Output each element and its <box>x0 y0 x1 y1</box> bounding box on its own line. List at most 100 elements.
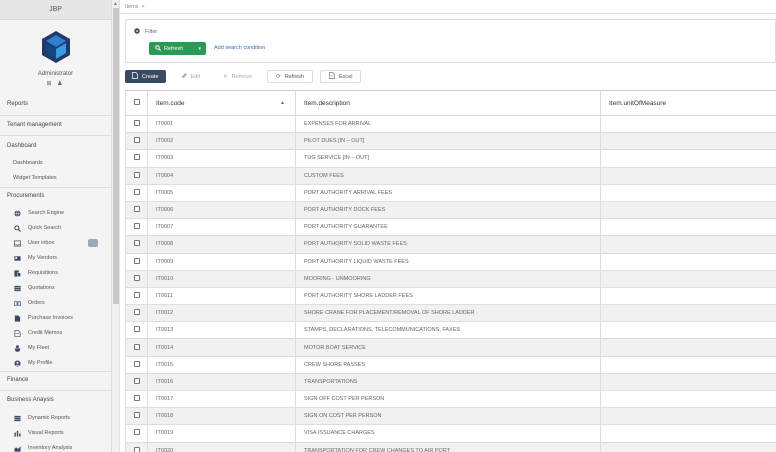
row-select-cell[interactable] <box>125 304 148 323</box>
table-row[interactable]: IT0014 MOTOR BOAT SERVICE <box>125 338 776 357</box>
table-row[interactable]: IT0003 TUG SERVICE [IN – OUT] <box>125 149 776 168</box>
row-checkbox[interactable] <box>133 206 140 213</box>
sidebar-item-widget-templates[interactable]: Widget Templates <box>0 173 57 183</box>
table-row[interactable]: IT0004 CUSTOM FEES <box>125 166 776 185</box>
remove-button[interactable]: ✕ Remove <box>215 70 260 83</box>
row-checkbox[interactable] <box>133 360 140 367</box>
sidebar-item-my-vendors[interactable]: My Vendors <box>14 253 106 263</box>
sidebar-item-quotations[interactable]: Quotations <box>14 283 106 293</box>
table-row[interactable]: IT0002 PILOT DUES [IN – OUT] <box>125 132 776 151</box>
row-select-cell[interactable] <box>125 321 148 340</box>
row-checkbox[interactable] <box>133 274 140 281</box>
create-button[interactable]: Create <box>125 70 166 83</box>
sidebar-section-dashboard[interactable]: Dashboard <box>0 141 43 151</box>
row-select-cell[interactable] <box>125 441 148 452</box>
row-select-cell[interactable] <box>125 132 148 151</box>
edit-button[interactable]: Edit <box>173 70 208 83</box>
row-checkbox[interactable] <box>133 137 140 144</box>
user-actions-icons[interactable]: ⊞ ♟ <box>0 80 111 87</box>
table-row[interactable]: IT0018 SIGN ON COST PER PERSON <box>125 407 776 426</box>
table-row[interactable]: IT0007 PORT AUTHORITY GUARANTEE <box>125 218 776 237</box>
excel-button[interactable]: Excel <box>319 70 362 83</box>
row-checkbox[interactable] <box>133 223 140 230</box>
row-checkbox[interactable] <box>133 171 140 178</box>
sidebar-section-reports[interactable]: Reports <box>0 99 35 109</box>
table-row[interactable]: IT0009 PORT AUTHORITY LIQUID WASTE FEES <box>125 252 776 271</box>
sidebar-section-tenant[interactable]: Tenant management <box>0 120 69 130</box>
sidebar-scrollbar[interactable]: ▲ <box>112 0 120 452</box>
tab-items[interactable]: Items × <box>125 4 145 10</box>
row-checkbox[interactable] <box>133 343 140 350</box>
row-select-cell[interactable] <box>125 114 148 134</box>
row-checkbox[interactable] <box>133 429 140 436</box>
row-checkbox[interactable] <box>133 446 140 452</box>
table-row[interactable]: IT0020 TRANSPORTATION FOR CREW CHANGES TO… <box>125 441 776 452</box>
table-row[interactable]: IT0013 STAMPS, DECLARATIONS, TELECOMMUNIC… <box>125 321 776 340</box>
row-checkbox[interactable] <box>133 412 140 419</box>
row-checkbox[interactable] <box>133 291 140 298</box>
row-select-cell[interactable] <box>125 183 148 202</box>
row-checkbox[interactable] <box>133 240 140 247</box>
row-select-cell[interactable] <box>125 424 148 443</box>
sidebar-section-business-analysis[interactable]: Business Anaysis <box>0 395 61 405</box>
row-select-cell[interactable] <box>125 407 148 426</box>
row-select-cell[interactable] <box>125 389 148 409</box>
row-select-cell[interactable] <box>125 372 148 392</box>
table-row[interactable]: IT0005 PORT AUTHORITY ARRIVAL FEES <box>125 183 776 202</box>
table-row[interactable]: IT0010 MOORING - UNMOORING <box>125 269 776 288</box>
sidebar-item-credit-memos[interactable]: Credit Memos <box>14 328 106 338</box>
table-row[interactable]: IT0016 TRANSPORTATIONS <box>125 372 776 392</box>
row-checkbox[interactable] <box>133 120 140 127</box>
sidebar-section-procurements[interactable]: Procurements <box>0 191 51 201</box>
sidebar-item-my-fleet[interactable]: My Fleet <box>14 343 106 353</box>
table-row[interactable]: IT0015 CREW SHORE PASSES <box>125 355 776 374</box>
row-checkbox[interactable] <box>133 395 140 402</box>
row-select-cell[interactable] <box>125 338 148 357</box>
sidebar-item-inventory-analysis[interactable]: Inventory Analysis <box>14 443 106 452</box>
sidebar-item-requisitions[interactable]: Requisitions <box>14 268 106 278</box>
row-select-cell[interactable] <box>125 218 148 237</box>
sidebar-item-dashboards[interactable]: Dashboards <box>0 158 43 168</box>
select-all-cell[interactable] <box>125 90 148 116</box>
row-select-cell[interactable] <box>125 252 148 271</box>
row-checkbox[interactable] <box>133 257 140 264</box>
row-checkbox[interactable] <box>133 188 140 195</box>
row-select-cell[interactable] <box>125 166 148 185</box>
table-row[interactable]: IT0006 PORT AUTHORITY DOCK FEES <box>125 200 776 220</box>
row-checkbox[interactable] <box>133 377 140 384</box>
row-select-cell[interactable] <box>125 269 148 288</box>
filter-refresh-button[interactable]: Refresh ▾ <box>149 42 206 55</box>
row-select-cell[interactable] <box>125 235 148 254</box>
row-select-cell[interactable] <box>125 149 148 168</box>
refresh-button[interactable]: ⟳ Refresh <box>267 70 313 83</box>
sidebar-item-quick-search[interactable]: Quick Search <box>14 223 106 233</box>
filter-header[interactable]: Filter <box>134 28 157 36</box>
scroll-up-icon[interactable]: ▲ <box>113 1 118 7</box>
table-row[interactable]: IT0019 VISA ISSUANCE CHARGES <box>125 424 776 443</box>
chevron-down-icon[interactable]: ▾ <box>198 46 201 52</box>
row-select-cell[interactable] <box>125 200 148 220</box>
table-row[interactable]: IT0017 SIGN OFF COST PER PERSON <box>125 389 776 409</box>
row-checkbox[interactable] <box>133 326 140 333</box>
add-search-condition-link[interactable]: Add search condition <box>214 45 265 51</box>
row-checkbox[interactable] <box>133 309 140 316</box>
row-select-cell[interactable] <box>125 286 148 306</box>
row-checkbox[interactable] <box>133 154 140 161</box>
sidebar-item-user-inbox[interactable]: User inbox <box>14 238 106 248</box>
sidebar-item-visual-reports[interactable]: Visual Reports <box>14 428 106 438</box>
sidebar-item-my-profile[interactable]: My Profile <box>14 358 106 368</box>
column-header-description[interactable]: Item.description <box>295 90 601 116</box>
row-select-cell[interactable] <box>125 355 148 374</box>
close-icon[interactable]: × <box>141 4 144 10</box>
sidebar-item-purchase-invoices[interactable]: Purchase Invoices <box>14 313 106 323</box>
table-row[interactable]: IT0012 SHORE CRANE FOR PLACEMENT/REMOVAL … <box>125 304 776 323</box>
table-row[interactable]: IT0001 EXPENSES FOR ARRIVAL <box>125 114 776 134</box>
sort-asc-icon[interactable]: ▲ <box>280 100 285 106</box>
table-row[interactable]: IT0008 PORT AUTHORITY SOLID WASTE FEES <box>125 235 776 254</box>
column-header-unit-of-measure[interactable]: Item.unitOfMeasure <box>600 90 776 116</box>
sidebar-item-dynamic-reports[interactable]: Dynamic Reports <box>14 413 106 423</box>
sidebar-item-orders[interactable]: Orders <box>14 298 106 308</box>
table-row[interactable]: IT0011 PORT AUTHORITY SHORE LADDER FEES <box>125 286 776 306</box>
sidebar-item-search-engine[interactable]: Search Engine <box>14 208 106 218</box>
filter-toggle-icon[interactable] <box>134 28 140 36</box>
